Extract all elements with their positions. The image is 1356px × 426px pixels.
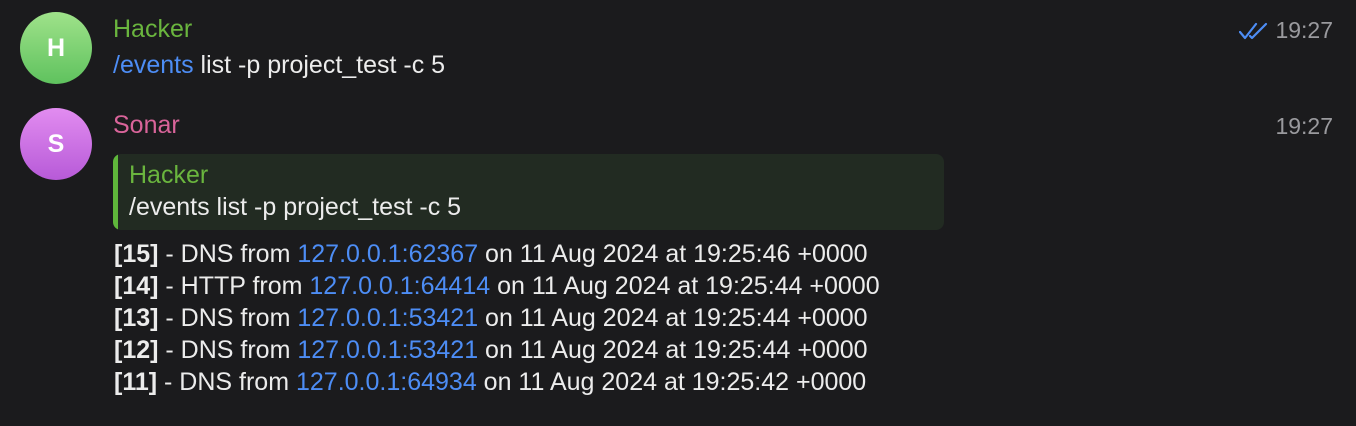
event-id: [13] xyxy=(114,304,159,332)
sender-name[interactable]: Hacker xyxy=(113,15,192,44)
command-args: list -p project_test -c 5 xyxy=(193,51,446,79)
time-text: 19:27 xyxy=(1275,17,1333,43)
list-item: [15] - DNS from 127.0.0.1:62367 on 11 Au… xyxy=(114,238,880,270)
address-link[interactable]: 127.0.0.1:53421 xyxy=(297,304,478,332)
event-desc: - DNS from xyxy=(158,304,298,332)
quote-sender: Hacker xyxy=(129,161,209,189)
quote-text: /events list -p project_test -c 5 xyxy=(129,193,462,221)
event-time: on 11 Aug 2024 at 19:25:44 +0000 xyxy=(478,304,868,332)
list-item: [12] - DNS from 127.0.0.1:53421 on 11 Au… xyxy=(114,334,880,366)
message-time: 19:27 xyxy=(1275,113,1333,140)
avatar-letter: S xyxy=(47,129,65,158)
address-link[interactable]: 127.0.0.1:62367 xyxy=(297,240,478,268)
avatar-letter: H xyxy=(46,33,66,62)
time-text: 19:27 xyxy=(1275,113,1333,139)
event-desc: - DNS from xyxy=(158,336,298,364)
event-time: on 11 Aug 2024 at 19:25:42 +0000 xyxy=(476,368,867,396)
command-link[interactable]: /events xyxy=(113,51,194,79)
event-desc: - HTTP from xyxy=(158,272,310,300)
message-text: /events list -p project_test -c 5 xyxy=(113,51,445,80)
list-item: [13] - DNS from 127.0.0.1:53421 on 11 Au… xyxy=(114,302,880,334)
events-list: [15] - DNS from 127.0.0.1:62367 on 11 Au… xyxy=(114,238,880,398)
sender-name[interactable]: Sonar xyxy=(113,111,180,140)
event-id: [12] xyxy=(114,336,159,364)
event-id: [14] xyxy=(114,272,159,300)
message-time: 19:27 xyxy=(1239,17,1333,44)
list-item: [14] - HTTP from 127.0.0.1:64414 on 11 A… xyxy=(114,270,880,302)
event-id: [15] xyxy=(114,240,159,268)
event-id: [11] xyxy=(114,368,158,396)
event-time: on 11 Aug 2024 at 19:25:46 +0000 xyxy=(478,240,868,268)
quote-bar xyxy=(113,154,118,230)
address-link[interactable]: 127.0.0.1:64934 xyxy=(296,368,477,396)
avatar[interactable]: S xyxy=(20,108,92,180)
avatar[interactable]: H xyxy=(20,12,92,84)
event-desc: - DNS from xyxy=(158,240,298,268)
address-link[interactable]: 127.0.0.1:64414 xyxy=(309,272,490,300)
event-time: on 11 Aug 2024 at 19:25:44 +0000 xyxy=(490,272,880,300)
event-desc: - DNS from xyxy=(157,368,296,396)
double-check-icon xyxy=(1239,22,1268,39)
address-link[interactable]: 127.0.0.1:53421 xyxy=(297,336,478,364)
reply-quote[interactable]: Hacker /events list -p project_test -c 5 xyxy=(113,154,944,230)
list-item: [11] - DNS from 127.0.0.1:64934 on 11 Au… xyxy=(114,366,880,398)
event-time: on 11 Aug 2024 at 19:25:44 +0000 xyxy=(478,336,868,364)
